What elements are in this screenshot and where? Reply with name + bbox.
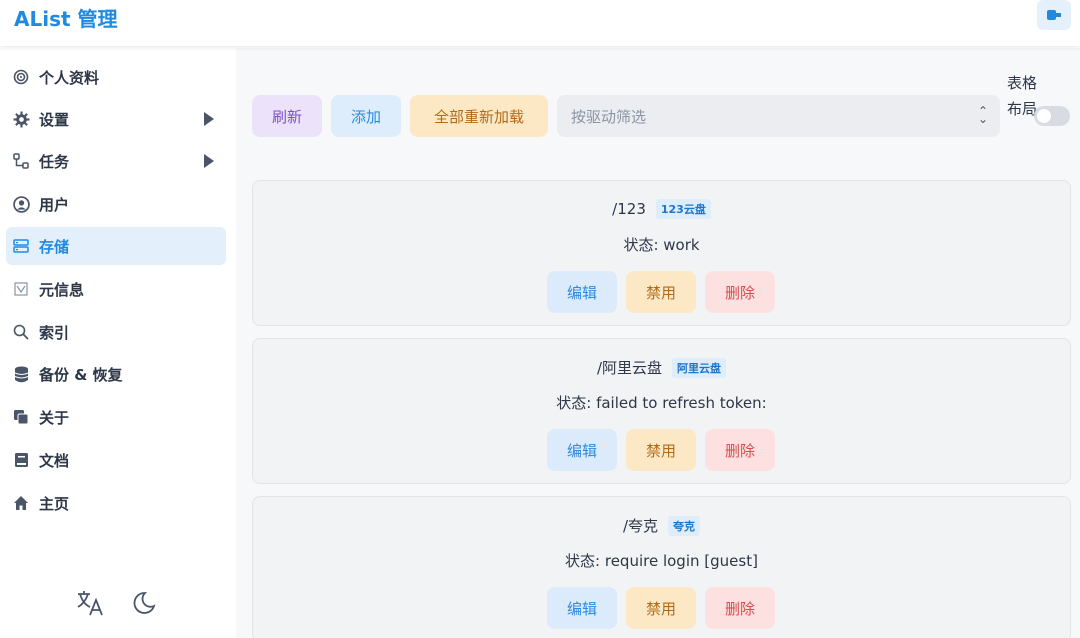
moon-icon[interactable]: [129, 588, 159, 618]
book-icon: [12, 451, 30, 469]
gear-icon: [12, 110, 30, 128]
search-icon: [12, 323, 30, 341]
tasks-icon: [12, 152, 30, 170]
sidebar-footer: [75, 588, 159, 618]
storage-card: /阿里云盘 阿里云盘 状态: failed to refresh token: …: [252, 338, 1071, 484]
sidebar-item-storage[interactable]: 存储: [6, 227, 226, 265]
sidebar-item-tasks[interactable]: 任务: [6, 142, 226, 180]
sidebar-item-index[interactable]: 索引: [6, 313, 226, 351]
storage-header: /123 123云盘: [253, 199, 1070, 219]
sidebar-item-backup-restore[interactable]: 备份 & 恢复: [6, 355, 226, 393]
sidebar-item-label: 任务: [39, 152, 70, 171]
sidebar-item-label: 个人资料: [39, 68, 100, 87]
driver-badge: 123云盘: [655, 199, 711, 219]
sidebar-item-about[interactable]: 关于: [6, 398, 226, 436]
sidebar-item-label: 用户: [39, 195, 70, 214]
sidebar-item-settings[interactable]: 设置: [6, 100, 226, 138]
driver-filter-select[interactable]: 按驱动筛选 ⌃ ⌄: [557, 95, 1000, 137]
sidebar-item-label: 设置: [39, 110, 70, 129]
storage-status: 状态: work: [623, 236, 700, 254]
delete-button[interactable]: 删除: [705, 271, 775, 313]
disable-button[interactable]: 禁用: [626, 429, 696, 471]
sidebar-item-label: 存储: [39, 237, 70, 256]
sidebar-item-docs[interactable]: 文档: [6, 441, 226, 479]
refresh-button[interactable]: 刷新: [252, 95, 322, 137]
chevron-right-icon: [204, 154, 214, 168]
storage-actions: 编辑 禁用 删除: [547, 587, 775, 629]
disable-button[interactable]: 禁用: [626, 271, 696, 313]
sidebar-item-profile[interactable]: 个人资料: [6, 58, 226, 96]
add-button[interactable]: 添加: [331, 95, 401, 137]
edit-button[interactable]: 编辑: [547, 587, 617, 629]
logout-button[interactable]: [1037, 0, 1071, 30]
logout-icon: [1047, 6, 1061, 25]
storage-header: /夸克 夸克: [253, 515, 1070, 536]
sidebar-item-label: 备份 & 恢复: [39, 365, 123, 384]
driver-filter-placeholder: 按驱动筛选: [571, 107, 647, 126]
storage-actions: 编辑 禁用 删除: [547, 271, 775, 313]
edit-button[interactable]: 编辑: [547, 429, 617, 471]
switch-knob: [1037, 109, 1051, 123]
user-circle-icon: [12, 195, 30, 213]
database-icon: [12, 365, 30, 383]
copy-icon: [12, 408, 30, 426]
app-title[interactable]: AList 管理: [14, 3, 118, 32]
edit-button[interactable]: 编辑: [547, 271, 617, 313]
sidebar-item-label: 关于: [39, 408, 70, 427]
home-icon: [12, 494, 30, 512]
storage-card: /123 123云盘 状态: work 编辑 禁用 删除: [252, 180, 1071, 326]
sidebar-item-label: 索引: [39, 323, 70, 342]
sidebar-item-label: 文档: [39, 451, 70, 470]
main-content: 刷新 添加 全部重新加载 按驱动筛选 ⌃ ⌄ 表格布局 /123 123云盘 状态…: [236, 48, 1080, 638]
storage-header: /阿里云盘 阿里云盘: [253, 357, 1070, 378]
table-layout-label: 表格布局: [1007, 74, 1038, 118]
sidebar: 个人资料 设置 任务 用户 存储 元信息 索引 备份 & 恢复 关于 文档 主页: [0, 48, 236, 638]
sidebar-item-label: 元信息: [39, 280, 85, 299]
disable-button[interactable]: 禁用: [626, 587, 696, 629]
storage-status: 状态: failed to refresh token:: [556, 394, 767, 412]
translate-icon[interactable]: [75, 588, 105, 618]
delete-button[interactable]: 删除: [705, 587, 775, 629]
storage-status: 状态: require login [guest]: [565, 552, 758, 570]
sidebar-item-home[interactable]: 主页: [6, 484, 226, 522]
meta-icon: [12, 280, 30, 298]
delete-button[interactable]: 删除: [705, 429, 775, 471]
storage-actions: 编辑 禁用 删除: [547, 429, 775, 471]
table-layout-switch[interactable]: [1034, 106, 1070, 126]
chevron-right-icon: [204, 112, 214, 126]
driver-badge: 阿里云盘: [672, 357, 727, 378]
storage-icon: [12, 237, 30, 255]
sidebar-item-label: 主页: [39, 494, 70, 513]
mount-path: /阿里云盘: [596, 359, 663, 377]
select-chevron-icon: ⌃ ⌄: [977, 104, 988, 126]
mount-path: /123: [612, 200, 646, 218]
driver-badge: 夸克: [668, 515, 701, 536]
fingerprint-icon: [12, 68, 30, 86]
reload-all-button[interactable]: 全部重新加载: [410, 95, 548, 137]
sidebar-item-meta[interactable]: 元信息: [6, 270, 226, 308]
app-header: AList 管理: [0, 0, 1080, 46]
storage-card: /夸克 夸克 状态: require login [guest] 编辑 禁用 删…: [252, 496, 1071, 638]
sidebar-item-users[interactable]: 用户: [6, 185, 226, 223]
mount-path: /夸克: [622, 517, 659, 535]
